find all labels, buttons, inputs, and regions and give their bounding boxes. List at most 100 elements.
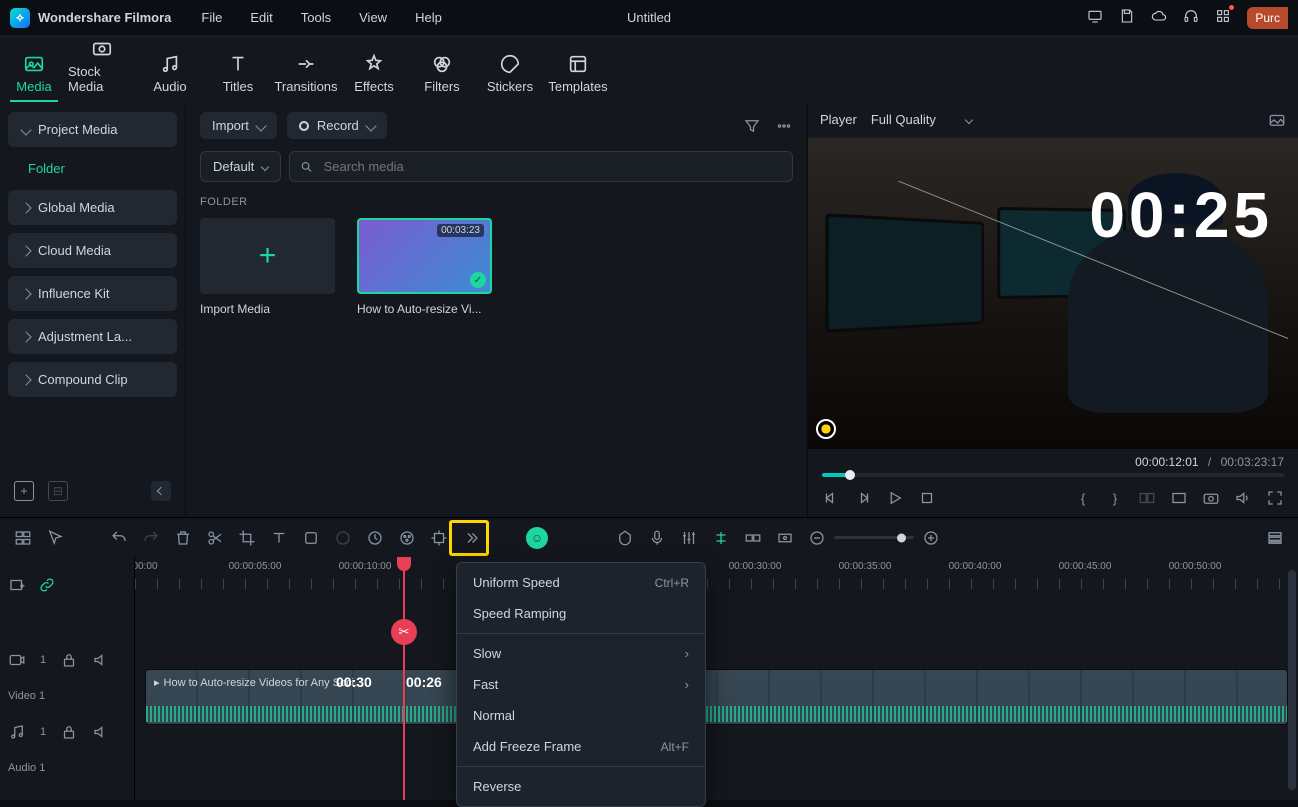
tab-transitions[interactable]: Transitions bbox=[272, 47, 340, 102]
zoom-slider[interactable] bbox=[834, 536, 914, 539]
scissors-icon[interactable]: ✂ bbox=[391, 619, 417, 645]
sidebar-item-folder[interactable]: Folder bbox=[8, 155, 177, 182]
vertical-scrollbar[interactable] bbox=[1288, 570, 1296, 790]
ripple-icon[interactable] bbox=[744, 529, 762, 547]
tab-stock-media[interactable]: Stock Media bbox=[68, 32, 136, 102]
compare-icon[interactable] bbox=[1138, 489, 1156, 507]
zoom-out-icon[interactable] bbox=[808, 529, 826, 547]
zoom-in-icon[interactable] bbox=[922, 529, 940, 547]
tab-audio[interactable]: Audio bbox=[136, 47, 204, 102]
menu-tools[interactable]: Tools bbox=[301, 10, 331, 25]
video-track-header[interactable]: 1 bbox=[8, 642, 126, 678]
sidebar-item-compound-clip[interactable]: Compound Clip bbox=[8, 362, 177, 397]
split-icon[interactable] bbox=[206, 529, 224, 547]
menu-reverse[interactable]: Reverse bbox=[457, 771, 705, 802]
tab-effects[interactable]: Effects bbox=[340, 47, 408, 102]
import-media-tile[interactable]: + Import Media bbox=[200, 218, 335, 316]
color-icon[interactable] bbox=[398, 529, 416, 547]
menu-uniform-speed[interactable]: Uniform SpeedCtrl+R bbox=[457, 567, 705, 598]
tab-templates[interactable]: Templates bbox=[544, 47, 612, 102]
delete-icon[interactable] bbox=[174, 529, 192, 547]
snapshot-icon[interactable] bbox=[1268, 111, 1286, 129]
mark-in-icon[interactable]: { bbox=[1074, 489, 1092, 507]
lock-audio-icon[interactable] bbox=[60, 723, 78, 741]
add-track-icon[interactable] bbox=[8, 576, 26, 594]
resize-handle-icon[interactable] bbox=[816, 419, 836, 439]
save-icon[interactable] bbox=[1119, 8, 1135, 27]
timeline-clip[interactable]: ▸How to Auto-resize Videos for Any Soci.… bbox=[145, 669, 1288, 725]
cloud-icon[interactable] bbox=[1151, 8, 1167, 27]
ai-button[interactable]: ☺ bbox=[526, 527, 548, 549]
next-frame-icon[interactable] bbox=[854, 489, 872, 507]
speed-icon[interactable] bbox=[366, 529, 384, 547]
undo-icon[interactable] bbox=[110, 529, 128, 547]
search-field[interactable] bbox=[322, 158, 782, 175]
menu-slow[interactable]: Slow› bbox=[457, 638, 705, 669]
lock-icon[interactable] bbox=[60, 651, 78, 669]
quality-select[interactable]: Full Quality bbox=[871, 112, 972, 127]
sidebar-item-project-media[interactable]: Project Media bbox=[8, 112, 177, 147]
ai-mask-icon[interactable] bbox=[334, 529, 352, 547]
sidebar-item-global-media[interactable]: Global Media bbox=[8, 190, 177, 225]
more-tools-icon[interactable] bbox=[462, 529, 480, 547]
more-icon[interactable] bbox=[775, 117, 793, 135]
menu-fast[interactable]: Fast› bbox=[457, 669, 705, 700]
playhead[interactable]: ✂ bbox=[403, 557, 405, 800]
purchase-button[interactable]: Purc bbox=[1247, 7, 1288, 29]
sidebar-item-cloud-media[interactable]: Cloud Media bbox=[8, 233, 177, 268]
text-icon2[interactable] bbox=[270, 529, 288, 547]
screen-icon[interactable] bbox=[1087, 8, 1103, 27]
view-grid-icon[interactable] bbox=[1266, 529, 1284, 547]
mic-icon[interactable] bbox=[648, 529, 666, 547]
prev-frame-icon[interactable] bbox=[822, 489, 840, 507]
aspect-icon[interactable] bbox=[1170, 489, 1188, 507]
audio-track-header[interactable]: 1 bbox=[8, 714, 126, 750]
fullscreen-icon[interactable] bbox=[1266, 489, 1284, 507]
apps-icon[interactable] bbox=[1215, 8, 1231, 27]
tab-filters[interactable]: Filters bbox=[408, 47, 476, 102]
menu-view[interactable]: View bbox=[359, 10, 387, 25]
filter-icon[interactable] bbox=[743, 117, 761, 135]
timeline-tracks[interactable]: 00:00 00:00:05:00 00:00:10:00 00: 00:00:… bbox=[135, 557, 1298, 800]
collapse-sidebar-icon[interactable] bbox=[151, 481, 171, 501]
mute-video-icon[interactable] bbox=[92, 651, 110, 669]
sidebar-item-influence-kit[interactable]: Influence Kit bbox=[8, 276, 177, 311]
audio-mix-icon[interactable] bbox=[680, 529, 698, 547]
new-bin-icon[interactable]: ⊟ bbox=[48, 481, 68, 501]
tab-titles[interactable]: Titles bbox=[204, 47, 272, 102]
preview-viewport[interactable]: 00:25 bbox=[808, 138, 1298, 449]
mask-icon[interactable] bbox=[302, 529, 320, 547]
menu-speed-ramping[interactable]: Speed Ramping bbox=[457, 598, 705, 629]
menu-add-freeze-frame[interactable]: Add Freeze FrameAlt+F bbox=[457, 731, 705, 762]
stop-icon[interactable] bbox=[918, 489, 936, 507]
layout-icon[interactable] bbox=[14, 529, 32, 547]
cursor-icon[interactable] bbox=[46, 529, 64, 547]
marker-icon[interactable] bbox=[616, 529, 634, 547]
redo-icon[interactable] bbox=[142, 529, 160, 547]
keyframe-icon[interactable] bbox=[776, 529, 794, 547]
new-folder-icon[interactable]: + bbox=[14, 481, 34, 501]
media-clip-tile[interactable]: 00:03:23 ✓ How to Auto-resize Vi... bbox=[357, 218, 492, 316]
menu-edit[interactable]: Edit bbox=[250, 10, 272, 25]
headset-icon[interactable] bbox=[1183, 8, 1199, 27]
record-button[interactable]: Record bbox=[287, 112, 387, 139]
time-ruler[interactable]: 00:00 00:00:05:00 00:00:10:00 00: 00:00:… bbox=[135, 557, 1298, 601]
volume-icon[interactable] bbox=[1234, 489, 1252, 507]
menu-file[interactable]: File bbox=[201, 10, 222, 25]
progress-bar[interactable] bbox=[822, 473, 1284, 477]
menu-normal[interactable]: Normal bbox=[457, 700, 705, 731]
import-button[interactable]: Import bbox=[200, 112, 277, 139]
tab-stickers[interactable]: Stickers bbox=[476, 47, 544, 102]
crop-icon[interactable] bbox=[238, 529, 256, 547]
transform-icon[interactable] bbox=[430, 529, 448, 547]
link-icon[interactable] bbox=[38, 576, 56, 594]
snapshot2-icon[interactable] bbox=[1202, 489, 1220, 507]
sort-select[interactable]: Default bbox=[200, 151, 281, 182]
menu-help[interactable]: Help bbox=[415, 10, 442, 25]
mute-audio-icon[interactable] bbox=[92, 723, 110, 741]
tab-media[interactable]: Media bbox=[0, 47, 68, 102]
sidebar-item-adjustment-layer[interactable]: Adjustment La... bbox=[8, 319, 177, 354]
mark-out-icon[interactable]: } bbox=[1106, 489, 1124, 507]
search-input[interactable] bbox=[289, 151, 793, 182]
snap-icon[interactable] bbox=[712, 529, 730, 547]
